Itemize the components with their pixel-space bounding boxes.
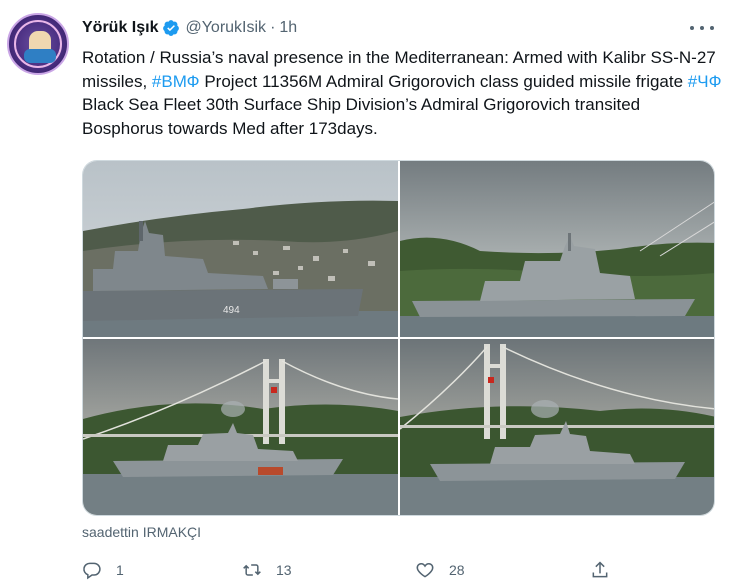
like-count: 28: [449, 562, 465, 578]
heart-icon: [416, 562, 434, 578]
more-dot: [700, 26, 704, 30]
media-grid: 494: [82, 160, 715, 516]
share-button[interactable]: [590, 558, 610, 582]
tweet-text: Rotation / Russia’s naval presence in th…: [82, 46, 722, 140]
hull-number: 494: [223, 305, 240, 316]
verified-badge-icon: [163, 20, 180, 36]
reply-icon: [83, 562, 101, 580]
reply-button[interactable]: 1: [82, 558, 124, 582]
share-icon: [592, 561, 608, 578]
author-handle[interactable]: @YorukIsik: [185, 19, 266, 37]
photo-credit[interactable]: saadettin IRMAKÇI: [82, 524, 201, 540]
tweet-timestamp[interactable]: 1h: [279, 19, 297, 37]
frigate-bridge-image: [83, 339, 398, 515]
tweet-photo-4[interactable]: [400, 339, 714, 515]
hashtag-link[interactable]: #ЧФ: [688, 72, 722, 91]
tweet-photo-3[interactable]: [83, 339, 398, 515]
author-name[interactable]: Yörük Işık: [82, 19, 158, 37]
more-dot: [710, 26, 714, 30]
retweet-count: 13: [276, 562, 292, 578]
tweet-photo-1[interactable]: 494: [83, 161, 398, 337]
tweet-actions: 1 13 28: [82, 558, 622, 582]
frigate-hillside-image: [400, 161, 714, 337]
tweet-text-segment: Project 11356M Admiral Grigorovich class…: [199, 71, 688, 91]
frigate-closeup-image: 494: [83, 161, 398, 337]
header-separator: ·: [270, 19, 276, 36]
tweet-header: Yörük Işık @YorukIsik · 1h: [82, 17, 297, 39]
author-avatar[interactable]: [7, 13, 69, 75]
tweet-photo-2[interactable]: [400, 161, 714, 337]
more-options-icon[interactable]: [690, 19, 714, 37]
avatar-figure-body: [24, 49, 56, 63]
more-dot: [690, 26, 694, 30]
like-button[interactable]: 28: [415, 558, 465, 582]
retweet-button[interactable]: 13: [242, 558, 292, 582]
tweet-text-segment: Black Sea Fleet 30th Surface Ship Divisi…: [82, 95, 641, 138]
hashtag-link[interactable]: #ВМФ: [152, 72, 200, 91]
retweet-icon: [243, 564, 261, 576]
frigate-bridge-image-2: [400, 339, 714, 515]
reply-count: 1: [116, 562, 124, 578]
